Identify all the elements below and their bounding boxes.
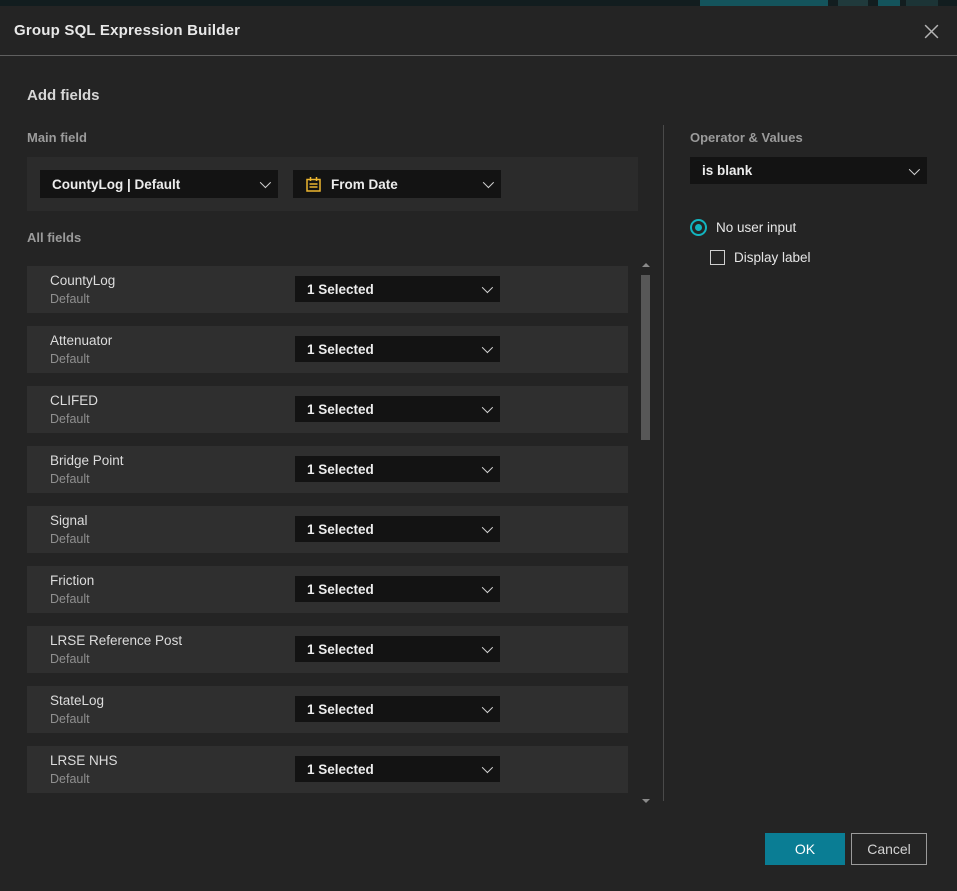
- chevron-down-icon: [482, 582, 493, 593]
- field-name: StateLog: [50, 693, 104, 708]
- field-selected-value: 1 Selected: [307, 702, 374, 717]
- chevron-down-icon: [482, 702, 493, 713]
- field-sublabel: Default: [50, 292, 90, 306]
- checkbox-icon: [710, 250, 725, 265]
- operator-select[interactable]: is blank: [690, 157, 927, 184]
- main-layer-select-value: CountyLog | Default: [52, 177, 180, 192]
- close-icon: [923, 23, 940, 40]
- no-user-input-label: No user input: [716, 220, 796, 235]
- field-sublabel: Default: [50, 532, 90, 546]
- field-row: Friction Default 1 Selected: [27, 566, 628, 613]
- arrow-up-icon: [642, 263, 650, 267]
- field-row: Signal Default 1 Selected: [27, 506, 628, 553]
- field-selected-dropdown[interactable]: 1 Selected: [295, 396, 500, 422]
- field-row: StateLog Default 1 Selected: [27, 686, 628, 733]
- chevron-down-icon: [483, 177, 494, 188]
- field-selected-dropdown[interactable]: 1 Selected: [295, 576, 500, 602]
- chevron-down-icon: [482, 642, 493, 653]
- add-fields-heading: Add fields: [27, 87, 100, 104]
- dialog-titlebar: Group SQL Expression Builder: [0, 6, 957, 56]
- arrow-down-icon: [642, 799, 650, 803]
- field-sublabel: Default: [50, 472, 90, 486]
- field-name: LRSE Reference Post: [50, 633, 182, 648]
- operator-select-value: is blank: [702, 163, 752, 178]
- field-name: Friction: [50, 573, 94, 588]
- field-selected-dropdown[interactable]: 1 Selected: [295, 456, 500, 482]
- ok-button[interactable]: OK: [765, 833, 845, 865]
- close-button[interactable]: [918, 18, 944, 44]
- chevron-down-icon: [482, 282, 493, 293]
- field-sublabel: Default: [50, 652, 90, 666]
- all-fields-list: CountyLog Default 1 Selected Attenuator …: [27, 266, 628, 793]
- main-field-select-value: From Date: [331, 177, 398, 192]
- field-row: CountyLog Default 1 Selected: [27, 266, 628, 313]
- display-label-label: Display label: [734, 250, 811, 265]
- all-fields-label: All fields: [27, 230, 81, 245]
- chevron-down-icon: [482, 462, 493, 473]
- chevron-down-icon: [482, 522, 493, 533]
- no-user-input-radio[interactable]: No user input: [690, 219, 796, 236]
- main-field-select[interactable]: From Date: [293, 170, 501, 198]
- field-selected-dropdown[interactable]: 1 Selected: [295, 276, 500, 302]
- main-field-panel: CountyLog | Default From Date: [27, 157, 638, 211]
- field-selected-value: 1 Selected: [307, 462, 374, 477]
- field-sublabel: Default: [50, 592, 90, 606]
- field-row: Bridge Point Default 1 Selected: [27, 446, 628, 493]
- field-selected-value: 1 Selected: [307, 762, 374, 777]
- field-selected-value: 1 Selected: [307, 282, 374, 297]
- field-selected-dropdown[interactable]: 1 Selected: [295, 636, 500, 662]
- display-label-checkbox[interactable]: Display label: [710, 250, 811, 265]
- field-name: CountyLog: [50, 273, 115, 288]
- field-selected-value: 1 Selected: [307, 582, 374, 597]
- field-sublabel: Default: [50, 412, 90, 426]
- all-fields-scrollbar: [641, 260, 650, 805]
- cancel-button[interactable]: Cancel: [851, 833, 927, 865]
- field-name: Signal: [50, 513, 88, 528]
- field-name: LRSE NHS: [50, 753, 118, 768]
- field-name: CLIFED: [50, 393, 98, 408]
- scrollbar-thumb[interactable]: [641, 275, 650, 440]
- field-row: CLIFED Default 1 Selected: [27, 386, 628, 433]
- field-selected-value: 1 Selected: [307, 342, 374, 357]
- field-sublabel: Default: [50, 352, 90, 366]
- chevron-down-icon: [482, 762, 493, 773]
- field-selected-value: 1 Selected: [307, 642, 374, 657]
- calendar-icon: [305, 176, 322, 193]
- chevron-down-icon: [482, 402, 493, 413]
- field-name: Attenuator: [50, 333, 112, 348]
- operator-values-label: Operator & Values: [690, 130, 803, 145]
- field-row: Attenuator Default 1 Selected: [27, 326, 628, 373]
- field-selected-value: 1 Selected: [307, 402, 374, 417]
- chevron-down-icon: [909, 163, 920, 174]
- scrollbar-up-button[interactable]: [641, 260, 650, 269]
- main-layer-select[interactable]: CountyLog | Default: [40, 170, 278, 198]
- scrollbar-down-button[interactable]: [641, 796, 650, 805]
- field-row: LRSE NHS Default 1 Selected: [27, 746, 628, 793]
- field-sublabel: Default: [50, 712, 90, 726]
- chevron-down-icon: [482, 342, 493, 353]
- field-selected-dropdown[interactable]: 1 Selected: [295, 516, 500, 542]
- field-selected-dropdown[interactable]: 1 Selected: [295, 756, 500, 782]
- field-sublabel: Default: [50, 772, 90, 786]
- main-field-label: Main field: [27, 130, 87, 145]
- field-name: Bridge Point: [50, 453, 124, 468]
- field-row: LRSE Reference Post Default 1 Selected: [27, 626, 628, 673]
- field-selected-dropdown[interactable]: 1 Selected: [295, 336, 500, 362]
- chevron-down-icon: [260, 177, 271, 188]
- dialog-title: Group SQL Expression Builder: [14, 22, 240, 39]
- field-selected-value: 1 Selected: [307, 522, 374, 537]
- panel-divider: [663, 125, 664, 801]
- radio-icon: [690, 219, 707, 236]
- field-selected-dropdown[interactable]: 1 Selected: [295, 696, 500, 722]
- group-sql-expression-builder-dialog: Group SQL Expression Builder Add fields …: [0, 6, 957, 891]
